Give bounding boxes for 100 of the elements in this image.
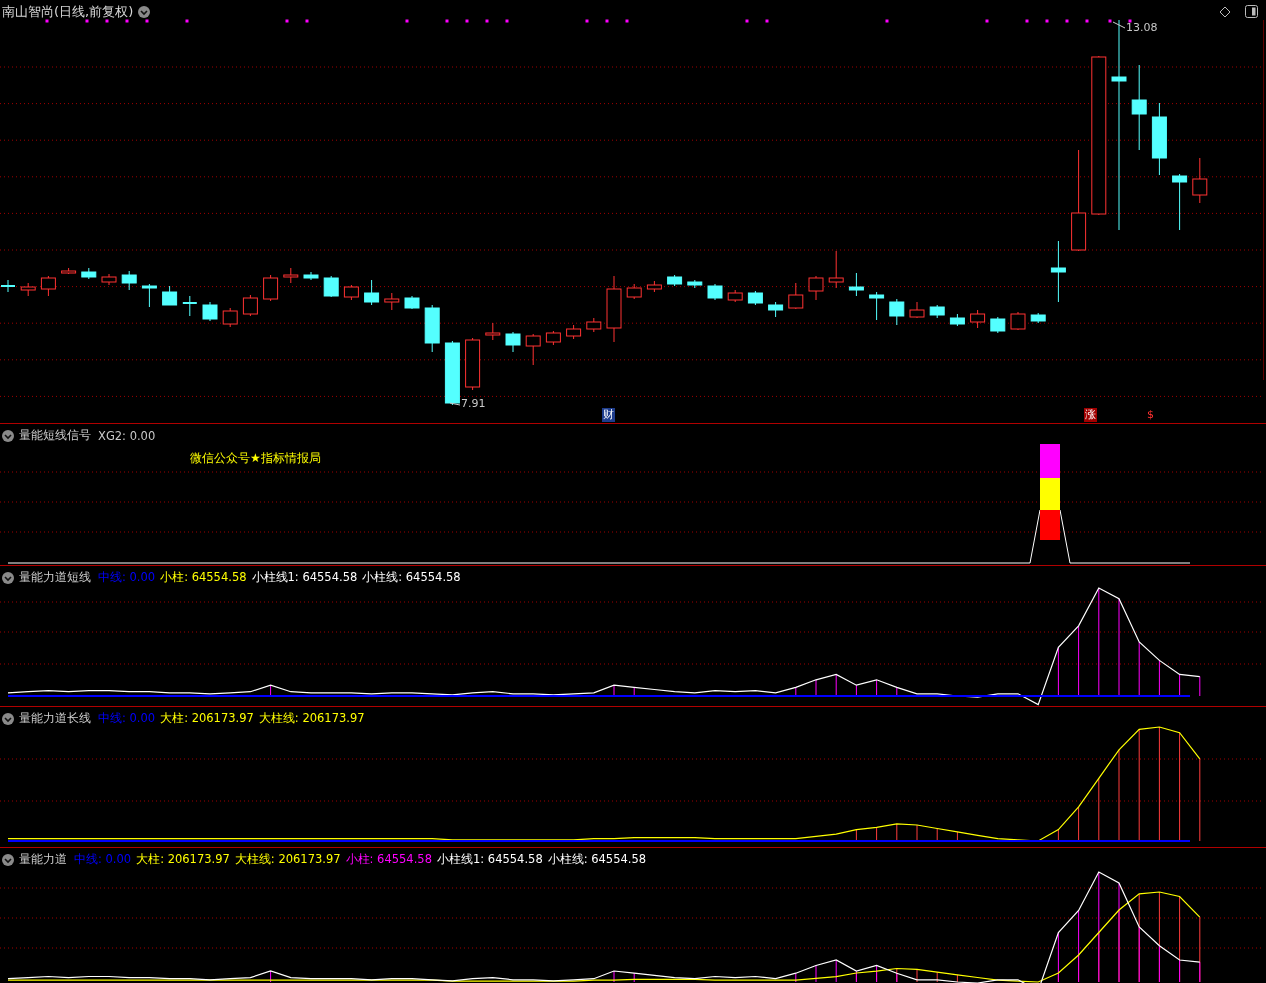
indicator-value: 中线: 0.00: [98, 711, 156, 726]
indicator-note: 微信公众号★指标情报局: [190, 450, 321, 467]
diamond-icon[interactable]: [1219, 5, 1231, 18]
indicator-bar: [613, 970, 615, 983]
candlestick: [1192, 157, 1208, 204]
collapse-icon[interactable]: [2, 571, 14, 584]
candlestick: [20, 282, 36, 297]
candlestick: [545, 330, 561, 346]
indicator-value: XG2: 0.00: [98, 428, 156, 443]
indicator-bar: [633, 686, 635, 697]
price-label: 13.08: [1126, 21, 1158, 34]
indicator-bar: [835, 959, 837, 983]
candlestick: [687, 279, 703, 289]
candlestick: [727, 289, 743, 303]
indicator-bar: [1138, 641, 1140, 697]
indicator-bar: [916, 968, 918, 983]
indicator-bar: [936, 971, 938, 983]
candlestick: [384, 292, 400, 311]
leader-line: [449, 402, 461, 406]
indicator-bar: [815, 965, 817, 983]
panel-toggle-icon[interactable]: [1245, 5, 1258, 18]
indicator-bar: [956, 974, 958, 983]
candlestick: [626, 283, 642, 300]
candlestick: [667, 274, 683, 287]
candlestick: [444, 340, 460, 406]
indicator-value: 小柱线: 64554.58: [547, 852, 647, 867]
indicator-bar: [815, 679, 817, 697]
indicator-value: 大柱线: 206173.97: [258, 711, 365, 726]
indicator-value: 大柱线: 206173.97: [234, 852, 341, 867]
indicator-name: 量能力道: [19, 851, 67, 868]
indicator-value: 中线: 0.00: [98, 570, 156, 585]
candlestick: [61, 267, 77, 275]
candlestick: [646, 280, 662, 293]
candlestick: [869, 291, 885, 321]
indicator-bar: [855, 684, 857, 697]
indicator-bar: [1078, 806, 1080, 842]
indicator-bar: [1158, 659, 1160, 697]
candlestick: [263, 274, 279, 302]
indicator-bar: [835, 673, 837, 697]
indicator-bar: [613, 684, 615, 697]
candlestick: [929, 304, 945, 319]
indicator-bar: [795, 686, 797, 697]
indicator-bar: [633, 972, 635, 983]
candlestick: [485, 322, 501, 341]
indicator-value: 小柱线: 64554.58: [362, 570, 461, 585]
candlestick: [606, 275, 622, 343]
event-marker[interactable]: $: [1146, 408, 1155, 422]
candlestick: [566, 324, 582, 340]
candlestick: [909, 301, 925, 319]
indicator-bar: [795, 972, 797, 983]
candlestick: [404, 295, 420, 310]
indicator-name: 量能短线信号: [19, 427, 91, 444]
indicator-bar: [1098, 777, 1100, 842]
indicator-bar: [855, 829, 857, 842]
indicator-value: 小柱: 64554.58: [160, 570, 247, 585]
candlestick: [162, 285, 178, 306]
chart-title: 南山智尚(日线,前复权): [2, 3, 134, 21]
candlestick: [808, 275, 824, 301]
candlestick: [121, 270, 137, 291]
price-label: 7.91: [461, 397, 486, 410]
candlestick: [848, 272, 864, 297]
candlestick: [40, 275, 56, 297]
candlestick: [303, 271, 319, 281]
collapse-icon[interactable]: [2, 853, 14, 866]
indicator-value: 中线: 0.00: [74, 852, 132, 867]
collapse-icon[interactable]: [138, 6, 151, 18]
indicator-value: 小柱: 64554.58: [345, 852, 432, 867]
indicator-bar: [876, 826, 878, 842]
candlestick: [828, 250, 844, 289]
indicator-bar: [1057, 646, 1059, 697]
indicator-bar: [876, 679, 878, 697]
candlestick: [1010, 311, 1026, 331]
event-marker[interactable]: 涨: [1084, 408, 1097, 422]
candlestick: [343, 284, 359, 301]
indicator-value: 大柱: 206173.97: [160, 711, 254, 726]
indicator-bar: [916, 824, 918, 842]
indicator-bar: [896, 686, 898, 697]
indicator-value: 小柱线1: 64554.58: [437, 852, 543, 867]
candlestick: [1030, 312, 1046, 324]
candlestick: [465, 337, 481, 391]
candlestick: [222, 307, 238, 328]
candlestick: [1172, 173, 1188, 231]
indicator-bar: [270, 970, 272, 983]
candlestick: [747, 290, 763, 306]
event-marker[interactable]: 财: [602, 408, 615, 422]
indicator-bar: [1078, 625, 1080, 697]
candlestick: [424, 304, 440, 353]
candlestick: [141, 283, 157, 308]
candlestick: [889, 298, 905, 326]
candlestick: [586, 317, 602, 333]
candlestick: [364, 279, 380, 306]
candlestick: [81, 267, 97, 280]
candlestick: [970, 309, 986, 329]
candlestick: [101, 273, 117, 286]
indicator-bar: [896, 823, 898, 842]
collapse-icon[interactable]: [2, 712, 14, 725]
indicator-name: 量能力道长线: [19, 710, 91, 727]
collapse-icon[interactable]: [2, 429, 14, 442]
candlestick: [768, 301, 784, 318]
indicator-bar: [1199, 676, 1201, 697]
